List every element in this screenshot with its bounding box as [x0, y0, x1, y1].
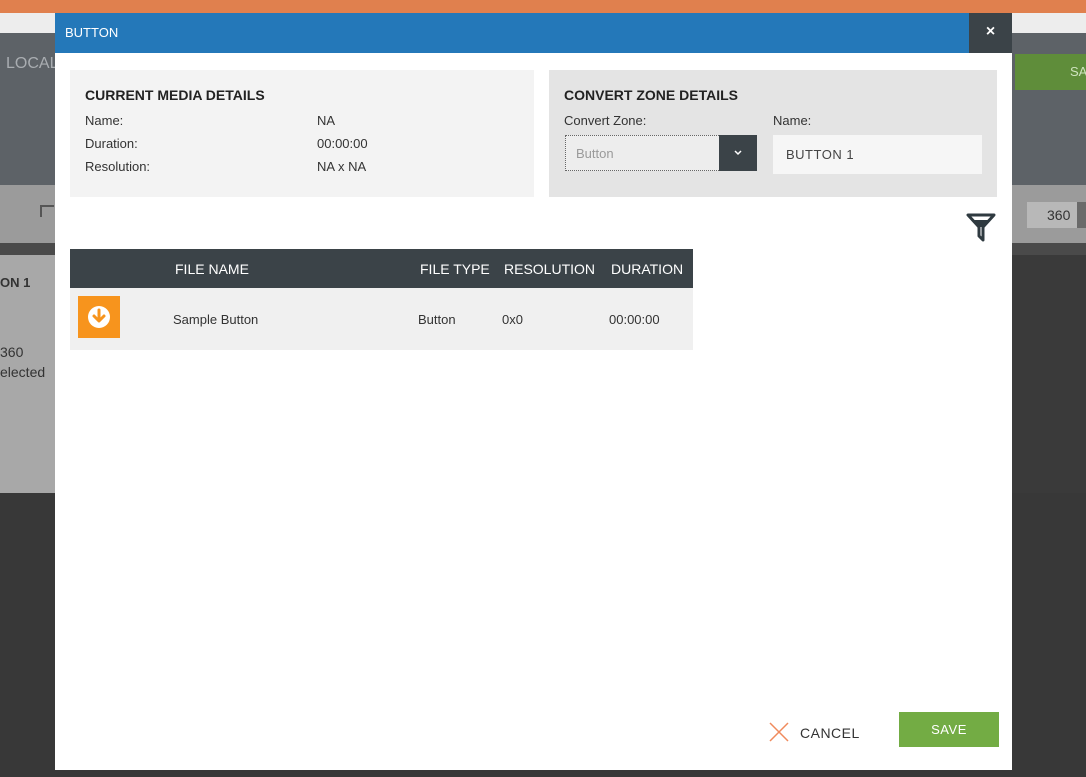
convert-zone-select[interactable]: Button — [565, 135, 757, 171]
save-button[interactable]: SAVE — [899, 712, 999, 747]
column-resolution: RESOLUTION — [504, 261, 596, 277]
column-duration: DURATION — [611, 261, 684, 277]
cancel-icon — [769, 722, 789, 742]
zone-name-label: Name: — [773, 113, 812, 128]
convert-zone-label: Convert Zone: — [564, 113, 647, 128]
zone-name-input[interactable] — [773, 135, 982, 174]
column-file-name: FILE NAME — [175, 261, 249, 277]
modal-title: BUTTON — [65, 25, 119, 40]
close-icon: × — [985, 23, 996, 40]
media-resolution-value: NA x NA — [317, 159, 367, 174]
convert-zone-heading: CONVERT ZONE DETAILS — [564, 87, 738, 103]
modal-dialog: BUTTON × CURRENT MEDIA DETAILS Name: NA … — [55, 13, 1012, 770]
app-local-tab: LOCAL — [6, 55, 59, 72]
filter-icon[interactable] — [966, 212, 996, 244]
app-top-bar — [0, 0, 1086, 13]
current-media-heading: CURRENT MEDIA DETAILS — [85, 87, 265, 103]
row-file-type: Button — [418, 312, 456, 327]
convert-zone-select-value: Button — [576, 146, 614, 161]
convert-zone-details-panel: CONVERT ZONE DETAILS Convert Zone: Name:… — [549, 70, 997, 197]
app-panel-title: ON 1 — [0, 275, 31, 290]
media-resolution-label: Resolution: — [85, 159, 151, 174]
chevron-down-icon[interactable] — [719, 135, 757, 171]
media-duration-label: Duration: — [85, 136, 138, 151]
table-row[interactable]: Sample Button Button 0x0 00:00:00 — [70, 288, 693, 350]
app-zoom-value: 360 — [1027, 202, 1079, 228]
media-duration-value: 00:00:00 — [317, 136, 368, 151]
modal-header: BUTTON × — [55, 13, 1012, 53]
media-name-value: NA — [317, 113, 336, 128]
row-duration: 00:00:00 — [609, 312, 660, 327]
media-name-label: Name: — [85, 113, 124, 128]
app-panel-value: 360 — [0, 344, 24, 360]
download-icon — [88, 306, 110, 328]
layout-icon — [40, 205, 54, 217]
cancel-label: CANCEL — [800, 725, 860, 741]
app-zoom-handle — [1077, 202, 1086, 228]
row-resolution: 0x0 — [502, 312, 523, 327]
download-button[interactable] — [78, 296, 120, 338]
column-file-type: FILE TYPE — [420, 261, 490, 277]
app-save-button: SA — [1015, 54, 1086, 90]
current-media-details-panel: CURRENT MEDIA DETAILS Name: NA Duration:… — [70, 70, 534, 197]
close-button[interactable]: × — [969, 13, 1012, 53]
media-table: FILE NAME FILE TYPE RESOLUTION DURATION … — [70, 249, 693, 350]
row-file-name: Sample Button — [173, 312, 259, 327]
table-header: FILE NAME FILE TYPE RESOLUTION DURATION — [70, 249, 693, 288]
app-panel-selected: elected — [0, 364, 46, 380]
